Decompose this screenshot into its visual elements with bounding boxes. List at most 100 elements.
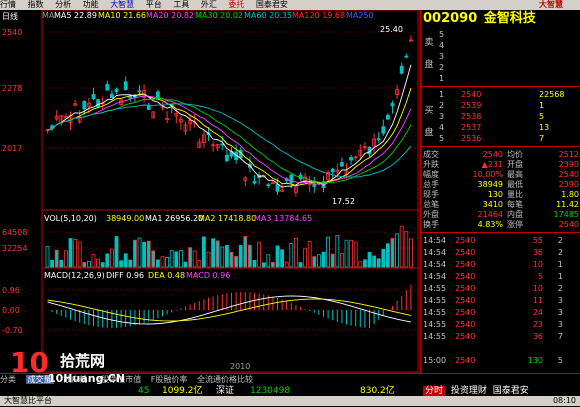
price-axis-high: 2540 bbox=[2, 28, 23, 37]
trade-row: 14:55 2540 10 2 bbox=[423, 284, 563, 293]
bid-row[interactable]: 1 2540 22568 bbox=[435, 90, 579, 100]
ma-line bbox=[47, 64, 412, 188]
volume-bar bbox=[146, 240, 151, 268]
ask-row[interactable]: 4 bbox=[435, 41, 579, 51]
bid-row[interactable]: 3 2538 5 bbox=[435, 112, 579, 122]
volume-bar bbox=[224, 244, 229, 268]
volume-bar bbox=[243, 236, 248, 268]
trade-row: 14:55 2540 23 3 bbox=[423, 320, 563, 329]
menu-item-function[interactable]: 功能 bbox=[83, 0, 99, 9]
bid-row[interactable]: 5 2536 7 bbox=[435, 134, 579, 144]
vol-axis-high: 64508 bbox=[2, 228, 28, 237]
volume-bar bbox=[123, 253, 128, 268]
stat-row: 幅度 10.00% 最高 2540 bbox=[423, 170, 579, 179]
volume-bar bbox=[298, 262, 303, 268]
volume-bar bbox=[192, 250, 197, 268]
tab-intraday[interactable]: 分时 bbox=[423, 386, 446, 396]
volume-bar bbox=[64, 250, 68, 268]
volume-bar bbox=[353, 241, 358, 268]
volume-bar bbox=[87, 260, 91, 268]
chart-period-label: 日线 bbox=[2, 12, 18, 21]
volume-bar bbox=[201, 236, 206, 268]
tab-full-float-compare[interactable]: 全流通价格比较 bbox=[197, 375, 253, 384]
candle-body bbox=[330, 168, 335, 173]
volume-bar bbox=[128, 259, 133, 268]
trade-row: 14:54 2540 5 1 bbox=[423, 272, 563, 281]
macd-diff-legend: DIFF 0.96 bbox=[106, 271, 145, 280]
candle-body bbox=[385, 114, 390, 120]
tab-gtja[interactable]: 国泰君安 bbox=[493, 386, 529, 396]
volume-bar bbox=[238, 245, 243, 268]
volume-bar bbox=[335, 235, 340, 268]
price-axis-mid: 2278 bbox=[2, 84, 23, 93]
buy-side-label: 买盘 bbox=[424, 106, 434, 138]
ma5-legend: MA5 22.89 bbox=[54, 11, 97, 20]
menu-item-analysis[interactable]: 分析 bbox=[55, 0, 71, 9]
menu-item-forex[interactable]: 外汇 bbox=[201, 0, 217, 9]
volume-bar bbox=[234, 255, 239, 268]
ask-row[interactable]: 1 bbox=[435, 74, 579, 84]
bid-row[interactable]: 4 2537 13 bbox=[435, 123, 579, 133]
volume-bar bbox=[73, 239, 77, 268]
volume-bar bbox=[289, 243, 294, 268]
menu-item-index[interactable]: 指数 bbox=[28, 0, 44, 9]
vol-ma1-legend: MA1 26956.20 bbox=[145, 214, 204, 223]
menu-item-trade[interactable]: 委托 bbox=[228, 0, 244, 9]
volume-bar bbox=[215, 240, 220, 268]
volume-bar bbox=[307, 241, 312, 268]
candle-body bbox=[110, 93, 114, 98]
low-annotation: 17.52 bbox=[332, 197, 355, 206]
volume-bar bbox=[330, 253, 335, 268]
volume-bar bbox=[372, 255, 377, 268]
macd-value-legend: MACD 0.96 bbox=[186, 271, 231, 280]
volume-bar bbox=[155, 259, 160, 268]
menu-bar: 行情 指数 分析 功能 大智慧 平台 工具 外汇 委托 国泰君安 大智慧 bbox=[0, 0, 580, 10]
menu-item-quotes[interactable]: 行情 bbox=[0, 0, 16, 9]
menu-item-dzh[interactable]: 大智慧 bbox=[110, 0, 134, 9]
ma60-legend: MA60 20.35 bbox=[244, 11, 292, 20]
ask-row[interactable]: 5 bbox=[435, 30, 579, 40]
ask-row[interactable]: 3 bbox=[435, 52, 579, 62]
volume-bar bbox=[349, 239, 354, 268]
volume-bar bbox=[137, 237, 142, 268]
watermark-number: 10 bbox=[10, 346, 49, 379]
candle-body bbox=[137, 90, 142, 93]
ma20-legend: MA20 20.82 bbox=[146, 11, 194, 20]
menu-item-gtja[interactable]: 国泰君安 bbox=[256, 0, 288, 9]
volume-bar bbox=[247, 244, 252, 268]
volume-bar bbox=[68, 238, 73, 268]
ask-row[interactable]: 2 bbox=[435, 63, 579, 73]
volume-bar bbox=[321, 251, 326, 268]
volume-bar bbox=[183, 261, 188, 268]
volume-bar bbox=[119, 260, 123, 268]
bid-row[interactable]: 2 2539 1 bbox=[435, 101, 579, 111]
ma-line bbox=[47, 98, 412, 184]
stat-row: 现手 130 量比 1.80 bbox=[423, 190, 579, 199]
volume-bar bbox=[105, 253, 110, 268]
volume-bar bbox=[312, 256, 317, 268]
kline-chart[interactable]: 日线 MA MA5 22.89 MA10 21.66 MA20 20.82 MA… bbox=[0, 10, 420, 373]
volume-bar bbox=[275, 245, 280, 268]
tab-premium-rate[interactable]: F股融价率 bbox=[151, 375, 188, 384]
stock-code: 002090 bbox=[423, 11, 478, 26]
volume-bar bbox=[54, 249, 59, 268]
volume-bar bbox=[197, 260, 202, 268]
trade-row: 14:55 2540 24 3 bbox=[423, 308, 563, 317]
candle-body bbox=[114, 88, 119, 93]
volume-bar bbox=[45, 246, 50, 268]
menu-item-platform[interactable]: 平台 bbox=[146, 0, 162, 9]
volume-bar bbox=[188, 247, 193, 268]
volume-bar bbox=[367, 252, 372, 268]
candle-body bbox=[155, 91, 160, 98]
macd-legend-name: MACD(12,26,9) bbox=[44, 271, 105, 280]
volume-bar bbox=[100, 262, 105, 268]
watermark-text: 拾荒网 bbox=[60, 352, 106, 370]
trade-row: 14:54 2540 10 1 bbox=[423, 260, 563, 269]
volume-bar bbox=[142, 241, 147, 268]
tab-investment[interactable]: 投资理财 bbox=[451, 386, 487, 396]
menu-item-tools[interactable]: 工具 bbox=[173, 0, 189, 9]
candle-body bbox=[266, 184, 271, 187]
volume-bar bbox=[59, 259, 64, 268]
volume-bar bbox=[206, 251, 211, 268]
volume-bar bbox=[160, 256, 165, 268]
